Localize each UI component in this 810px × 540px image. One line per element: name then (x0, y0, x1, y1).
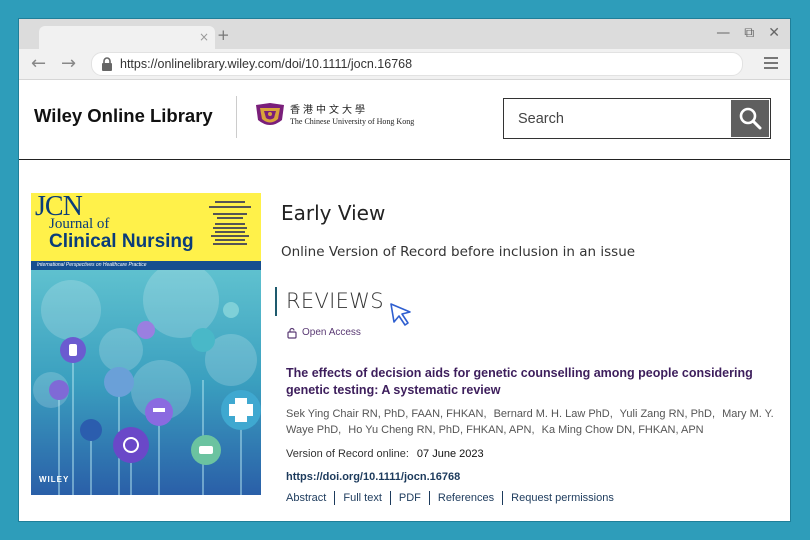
search-input[interactable] (504, 99, 729, 138)
restore-icon[interactable]: ⧉ (744, 25, 754, 41)
tab-close-icon[interactable]: × (199, 29, 209, 45)
institution-name-en: The Chinese University of Hong Kong (290, 117, 415, 126)
forward-button[interactable]: → (61, 54, 76, 74)
cover-title-area: JCN Journal of Clinical Nursing (31, 193, 261, 261)
search-button[interactable] (731, 100, 769, 137)
url-text: https://onlinelibrary.wiley.com/doi/10.1… (120, 57, 413, 71)
cover-tagline-band: International Perspectives on Healthcare… (31, 261, 261, 270)
browser-window: × + — ⧉ ✕ ← → https://onlinelibrary.wile… (19, 19, 790, 521)
institution-name-cn: 香港中文大學 (290, 105, 368, 116)
vor-label: Version of Record online: (286, 448, 409, 460)
article-title-link[interactable]: The effects of decision aids for genetic… (286, 365, 781, 399)
section-bar (275, 287, 277, 316)
author-list: Sek Ying Chair RN, PhD, FAAN, FHKAN, Ber… (286, 406, 781, 438)
institution-name: 香港中文大學 The Chinese University of Hong Ko… (290, 105, 414, 127)
doi-link[interactable]: https://doi.org/10.1111/jocn.16768 (286, 470, 460, 484)
url-field[interactable]: https://onlinelibrary.wiley.com/doi/10.1… (91, 52, 743, 76)
author-link[interactable]: Ho Yu Cheng RN, PhD, FHKAN, APN, (348, 424, 538, 436)
references-link[interactable]: References (428, 491, 502, 505)
issue-subtitle: Online Version of Record before inclusio… (281, 244, 636, 260)
lock-icon (102, 57, 112, 71)
open-access-lock-icon (287, 327, 297, 339)
address-bar: ← → https://onlinelibrary.wiley.com/doi/… (19, 49, 790, 80)
section-heading: REVIEWS (286, 289, 384, 313)
cover-publisher: WILEY (39, 475, 70, 484)
abstract-link[interactable]: Abstract (286, 491, 334, 505)
open-access-label: Open Access (302, 327, 361, 338)
new-tab-button[interactable]: + (217, 27, 230, 43)
search-box (503, 98, 771, 139)
minimize-icon[interactable]: — (716, 25, 730, 41)
author-link[interactable]: Bernard M. H. Law PhD, (494, 408, 617, 420)
author-link[interactable]: Sek Ying Chair RN, PhD, FAAN, FHKAN, (286, 408, 491, 420)
cursor-icon (390, 303, 411, 326)
site-header: Wiley Online Library 香港中文大學 The Chinese … (19, 80, 790, 160)
article-links: Abstract Full text PDF References Reques… (286, 491, 622, 505)
request-permissions-link[interactable]: Request permissions (502, 491, 622, 505)
cover-journal-of: Journal of (49, 216, 110, 232)
pdf-link[interactable]: PDF (389, 491, 429, 505)
back-button[interactable]: ← (31, 54, 46, 74)
tab-bar: × + — ⧉ ✕ (19, 19, 790, 49)
menu-icon[interactable] (764, 57, 778, 69)
author-link[interactable]: Ka Ming Chow DN, FHKAN, APN (542, 424, 708, 436)
cover-artwork (31, 270, 261, 495)
cover-meta-lines (203, 199, 258, 257)
cover-tagline: International Perspectives on Healthcare… (37, 262, 147, 268)
cover-clinical-nursing: Clinical Nursing (49, 231, 194, 252)
browser-tab[interactable]: × (39, 26, 215, 49)
search-icon (739, 107, 762, 130)
journal-cover[interactable]: JCN Journal of Clinical Nursing Internat… (31, 193, 261, 495)
window-controls: — ⧉ ✕ (716, 25, 780, 41)
author-link[interactable]: Yuli Zang RN, PhD, (620, 408, 719, 420)
full-text-link[interactable]: Full text (334, 491, 390, 505)
brand-logo[interactable]: Wiley Online Library (34, 105, 213, 127)
version-of-record: Version of Record online: 07 June 2023 (286, 447, 484, 461)
cuhk-crest-icon (256, 103, 284, 125)
close-icon[interactable]: ✕ (768, 25, 780, 41)
issue-title: Early View (281, 201, 386, 225)
header-divider (236, 96, 237, 138)
vor-date: 07 June 2023 (416, 448, 484, 460)
